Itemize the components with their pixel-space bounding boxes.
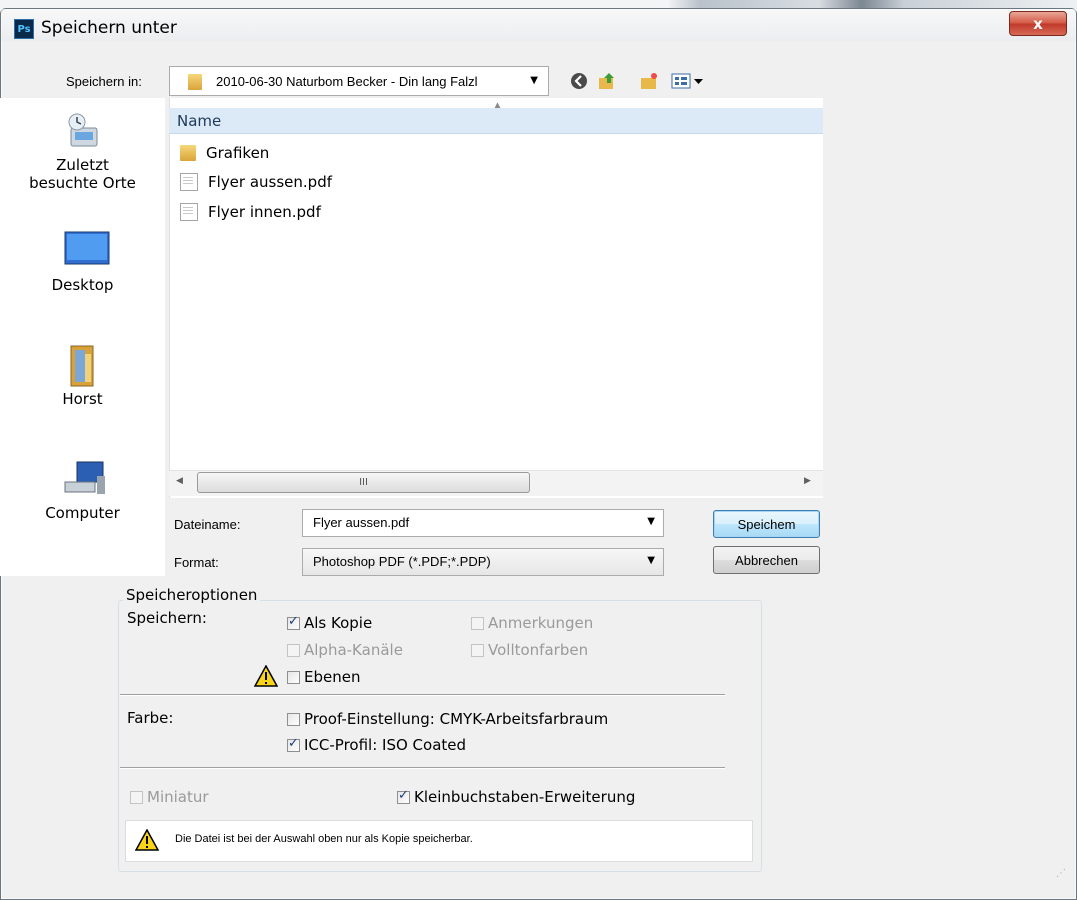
scroll-left-icon[interactable]: ◀	[176, 476, 183, 486]
desktop-icon	[63, 230, 109, 270]
pdf-file-icon	[180, 173, 198, 191]
window-title: Speichern unter	[41, 18, 177, 38]
save-in-label: Speichern in:	[66, 74, 142, 89]
layers-checkbox[interactable]: Ebenen	[287, 668, 360, 686]
column-header-label: Name	[177, 112, 222, 130]
filename-label: Dateiname:	[174, 517, 241, 532]
warning-icon	[135, 829, 159, 851]
view-menu-icon[interactable]	[670, 70, 706, 92]
scrollbar-thumb[interactable]: III	[197, 472, 530, 493]
checkbox-box	[287, 712, 300, 726]
annotations-checkbox[interactable]: Anmerkungen	[471, 614, 593, 632]
thumbnail-checkbox[interactable]: Miniatur	[130, 788, 209, 806]
save-options-title: Speicheroptionen	[123, 586, 261, 604]
icc-profile-checkbox[interactable]: ICC-Profil: ISO Coated	[287, 736, 466, 754]
checkbox-label: Alpha-Kanäle	[304, 641, 403, 659]
checkbox-label: Kleinbuchstaben-Erweiterung	[414, 788, 636, 806]
place-desktop[interactable]: Desktop	[0, 230, 165, 294]
folder-icon	[180, 145, 196, 161]
checkbox-label: Volltonfarben	[488, 641, 589, 659]
pdf-file-icon	[180, 203, 198, 221]
checkbox-box	[471, 616, 484, 630]
up-folder-icon[interactable]	[596, 70, 618, 92]
checkbox-box	[287, 670, 300, 684]
photoshop-app-icon: Ps	[14, 19, 34, 39]
filename-value: Flyer aussen.pdf	[313, 515, 410, 530]
resize-grip-icon[interactable]: ⋰	[1056, 868, 1066, 879]
file-list-item[interactable]: Flyer innen.pdf	[180, 200, 321, 224]
checkbox-box	[471, 643, 484, 657]
place-label-line: Computer	[45, 504, 120, 522]
save-label: Speichern:	[127, 609, 207, 627]
file-name: Flyer innen.pdf	[208, 203, 321, 221]
checkbox-label: Als Kopie	[304, 614, 373, 632]
warning-icon	[254, 665, 278, 687]
format-label: Format:	[174, 555, 219, 570]
places-bar: Zuletzt besuchte Orte Desktop Horst Comp…	[0, 98, 165, 576]
save-in-dropdown[interactable]: 2010-06-30 Naturbom Becker - Din lang Fa…	[169, 66, 549, 96]
user-folder-icon	[63, 344, 103, 387]
checkbox-label: Anmerkungen	[488, 614, 594, 632]
recent-places-icon	[63, 110, 103, 150]
file-list-item[interactable]: Flyer aussen.pdf	[180, 170, 332, 194]
chevron-down-icon[interactable]: ▼	[647, 516, 655, 527]
proof-setup-checkbox[interactable]: Proof-Einstellung: CMYK-Arbeitsfarbraum	[287, 710, 608, 728]
place-label-line: Horst	[62, 390, 103, 408]
place-label-line: Zuletzt	[56, 156, 109, 174]
filename-input[interactable]: Flyer aussen.pdf ▼	[302, 509, 664, 537]
checkbox-box	[287, 736, 300, 752]
place-label-line: besuchte Orte	[29, 174, 136, 192]
options-divider	[120, 694, 725, 695]
checkbox-box	[287, 614, 300, 630]
options-divider	[120, 767, 725, 768]
save-in-value: 2010-06-30 Naturbom Becker - Din lang Fa…	[216, 74, 478, 89]
cancel-button[interactable]: Abbrechen	[713, 546, 820, 574]
color-label: Farbe:	[127, 709, 174, 727]
format-value: Photoshop PDF (*.PDF;*.PDP)	[313, 554, 491, 569]
spot-colors-checkbox[interactable]: Volltonfarben	[471, 641, 588, 659]
file-list-item[interactable]: Grafiken	[180, 141, 269, 165]
file-name: Flyer aussen.pdf	[208, 173, 332, 191]
checkbox-label: ICC-Profil: ISO Coated	[304, 736, 467, 754]
close-button[interactable]: x	[1009, 11, 1067, 36]
as-copy-checkbox[interactable]: Als Kopie	[287, 614, 372, 632]
checkbox-label: Proof-Einstellung: CMYK-Arbeitsfarbraum	[304, 710, 609, 728]
lowercase-extension-checkbox[interactable]: Kleinbuchstaben-Erweiterung	[397, 788, 635, 806]
checkbox-box	[397, 788, 410, 804]
checkbox-label: Ebenen	[304, 668, 361, 686]
alpha-channels-checkbox[interactable]: Alpha-Kanäle	[287, 641, 403, 659]
chevron-down-icon: ▼	[647, 555, 655, 566]
scroll-right-icon[interactable]: ▶	[804, 476, 811, 486]
place-user-horst[interactable]: Horst	[0, 344, 165, 408]
checkbox-label: Miniatur	[147, 788, 209, 806]
chevron-down-icon: ▼	[530, 75, 538, 86]
save-button[interactable]: Speichem	[713, 510, 820, 538]
place-label-line: Desktop	[51, 276, 114, 294]
checkbox-box	[287, 643, 300, 657]
notice-text: Die Datei ist bei der Auswahl oben nur a…	[175, 833, 473, 845]
file-name: Grafiken	[206, 144, 270, 162]
format-select[interactable]: Photoshop PDF (*.PDF;*.PDP) ▼	[302, 548, 664, 576]
back-icon[interactable]	[568, 70, 590, 92]
column-header-name[interactable]: Name	[169, 108, 823, 134]
place-computer[interactable]: Computer	[0, 458, 165, 522]
checkbox-box	[130, 790, 143, 804]
new-folder-icon[interactable]	[638, 70, 660, 92]
computer-icon	[63, 458, 105, 498]
folder-icon	[188, 74, 202, 90]
place-recent-locations[interactable]: Zuletzt besuchte Orte	[0, 110, 165, 192]
